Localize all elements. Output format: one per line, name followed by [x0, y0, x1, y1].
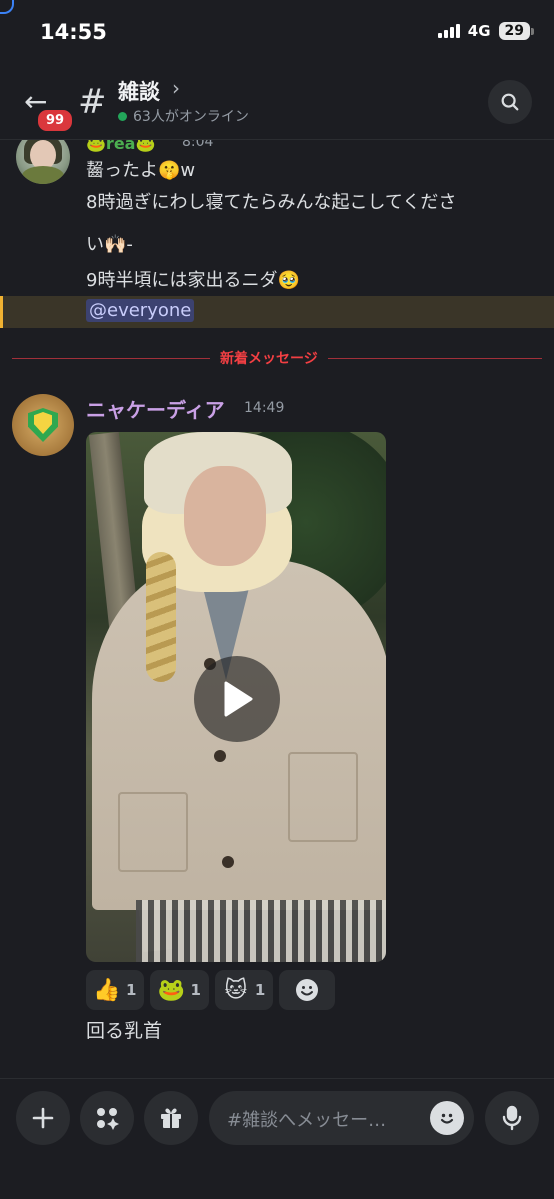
play-button[interactable] — [194, 656, 280, 742]
message-input[interactable]: #雑談へメッセー… — [209, 1091, 474, 1145]
signal-icon — [437, 24, 460, 38]
hash-icon: # — [78, 82, 107, 122]
message-text: 回る乳首 — [86, 1020, 163, 1042]
gift-icon — [161, 1108, 181, 1128]
battery-icon: 29 — [498, 22, 535, 40]
video-attachment[interactable] — [86, 432, 386, 962]
channel-title[interactable]: 雑談 — [118, 76, 160, 106]
message-text: い🙌🏻- — [86, 234, 133, 255]
reaction-thumbs-up[interactable]: 👍 1 — [86, 970, 145, 1010]
status-indicators: 4G 29 — [437, 22, 535, 40]
add-attachment-button[interactable] — [16, 1091, 70, 1145]
message-input-placeholder: #雑談へメッセー… — [227, 1110, 387, 1131]
message-text: 齧ったよ🤫w — [86, 160, 196, 181]
avatar[interactable] — [12, 394, 74, 456]
message-list[interactable]: 🐸rea🐸 8:04 齧ったよ🤫w 8時過ぎにわし寝てたらみんな起こしてくださ … — [0, 140, 554, 1078]
everyone-mention[interactable]: @everyone — [86, 299, 195, 322]
new-messages-label: 新着メッセージ — [210, 348, 328, 368]
smiley-icon — [440, 1113, 454, 1124]
online-count: 63人がオンライン — [133, 109, 249, 125]
cat-icon: 🐱 — [224, 977, 248, 1003]
message-author[interactable]: 🐸rea🐸 — [86, 140, 155, 153]
apps-icon — [97, 1108, 119, 1130]
search-button[interactable] — [488, 80, 532, 124]
reaction-bar: 👍 1 🐸 1 🐱 1 — [86, 970, 336, 1010]
message-composer: #雑談へメッセー… — [0, 1078, 554, 1199]
gift-button[interactable] — [144, 1091, 198, 1145]
reaction-cat[interactable]: 🐱 1 — [214, 970, 274, 1010]
message-text: 8時過ぎにわし寝てたらみんな起こしてくださ — [86, 192, 457, 213]
online-status: 63人がオンライン — [118, 106, 249, 126]
online-dot-icon — [118, 111, 127, 121]
message-timestamp: 14:49 — [244, 400, 285, 416]
reaction-frog[interactable]: 🐸 1 — [150, 970, 209, 1010]
mention-highlight: @everyone — [0, 296, 554, 328]
thumbs-up-icon: 👍 — [93, 977, 121, 1003]
chevron-right-icon[interactable]: › — [172, 76, 180, 100]
status-time: 14:55 — [40, 20, 107, 44]
channel-header: ← 99 # 雑談 › 63人がオンライン — [0, 62, 554, 140]
unread-badge: 99 — [35, 107, 76, 134]
reaction-count: 1 — [254, 981, 266, 999]
location-indicator-icon — [0, 0, 14, 14]
emoji-picker-button[interactable] — [430, 1101, 464, 1135]
voice-message-button[interactable] — [485, 1091, 539, 1145]
microphone-icon — [502, 1105, 522, 1131]
avatar[interactable] — [16, 140, 70, 184]
reaction-count: 1 — [190, 981, 201, 999]
frog-icon: 🐸 — [157, 977, 186, 1003]
smiley-icon — [296, 979, 319, 1001]
network-label: 4G — [467, 22, 491, 40]
reaction-count: 1 — [126, 981, 137, 999]
search-icon — [501, 93, 519, 111]
message-author[interactable]: ニャケーディア — [86, 394, 225, 423]
apps-button[interactable] — [80, 1091, 134, 1145]
add-reaction-button[interactable] — [279, 970, 336, 1010]
play-icon — [224, 681, 253, 717]
message-timestamp: 8:04 — [182, 140, 214, 150]
plus-icon — [32, 1107, 54, 1129]
status-bar: 14:55 4G 29 — [0, 0, 554, 62]
message-text: 9時半頃には家出るニダ🥹 — [86, 270, 300, 291]
